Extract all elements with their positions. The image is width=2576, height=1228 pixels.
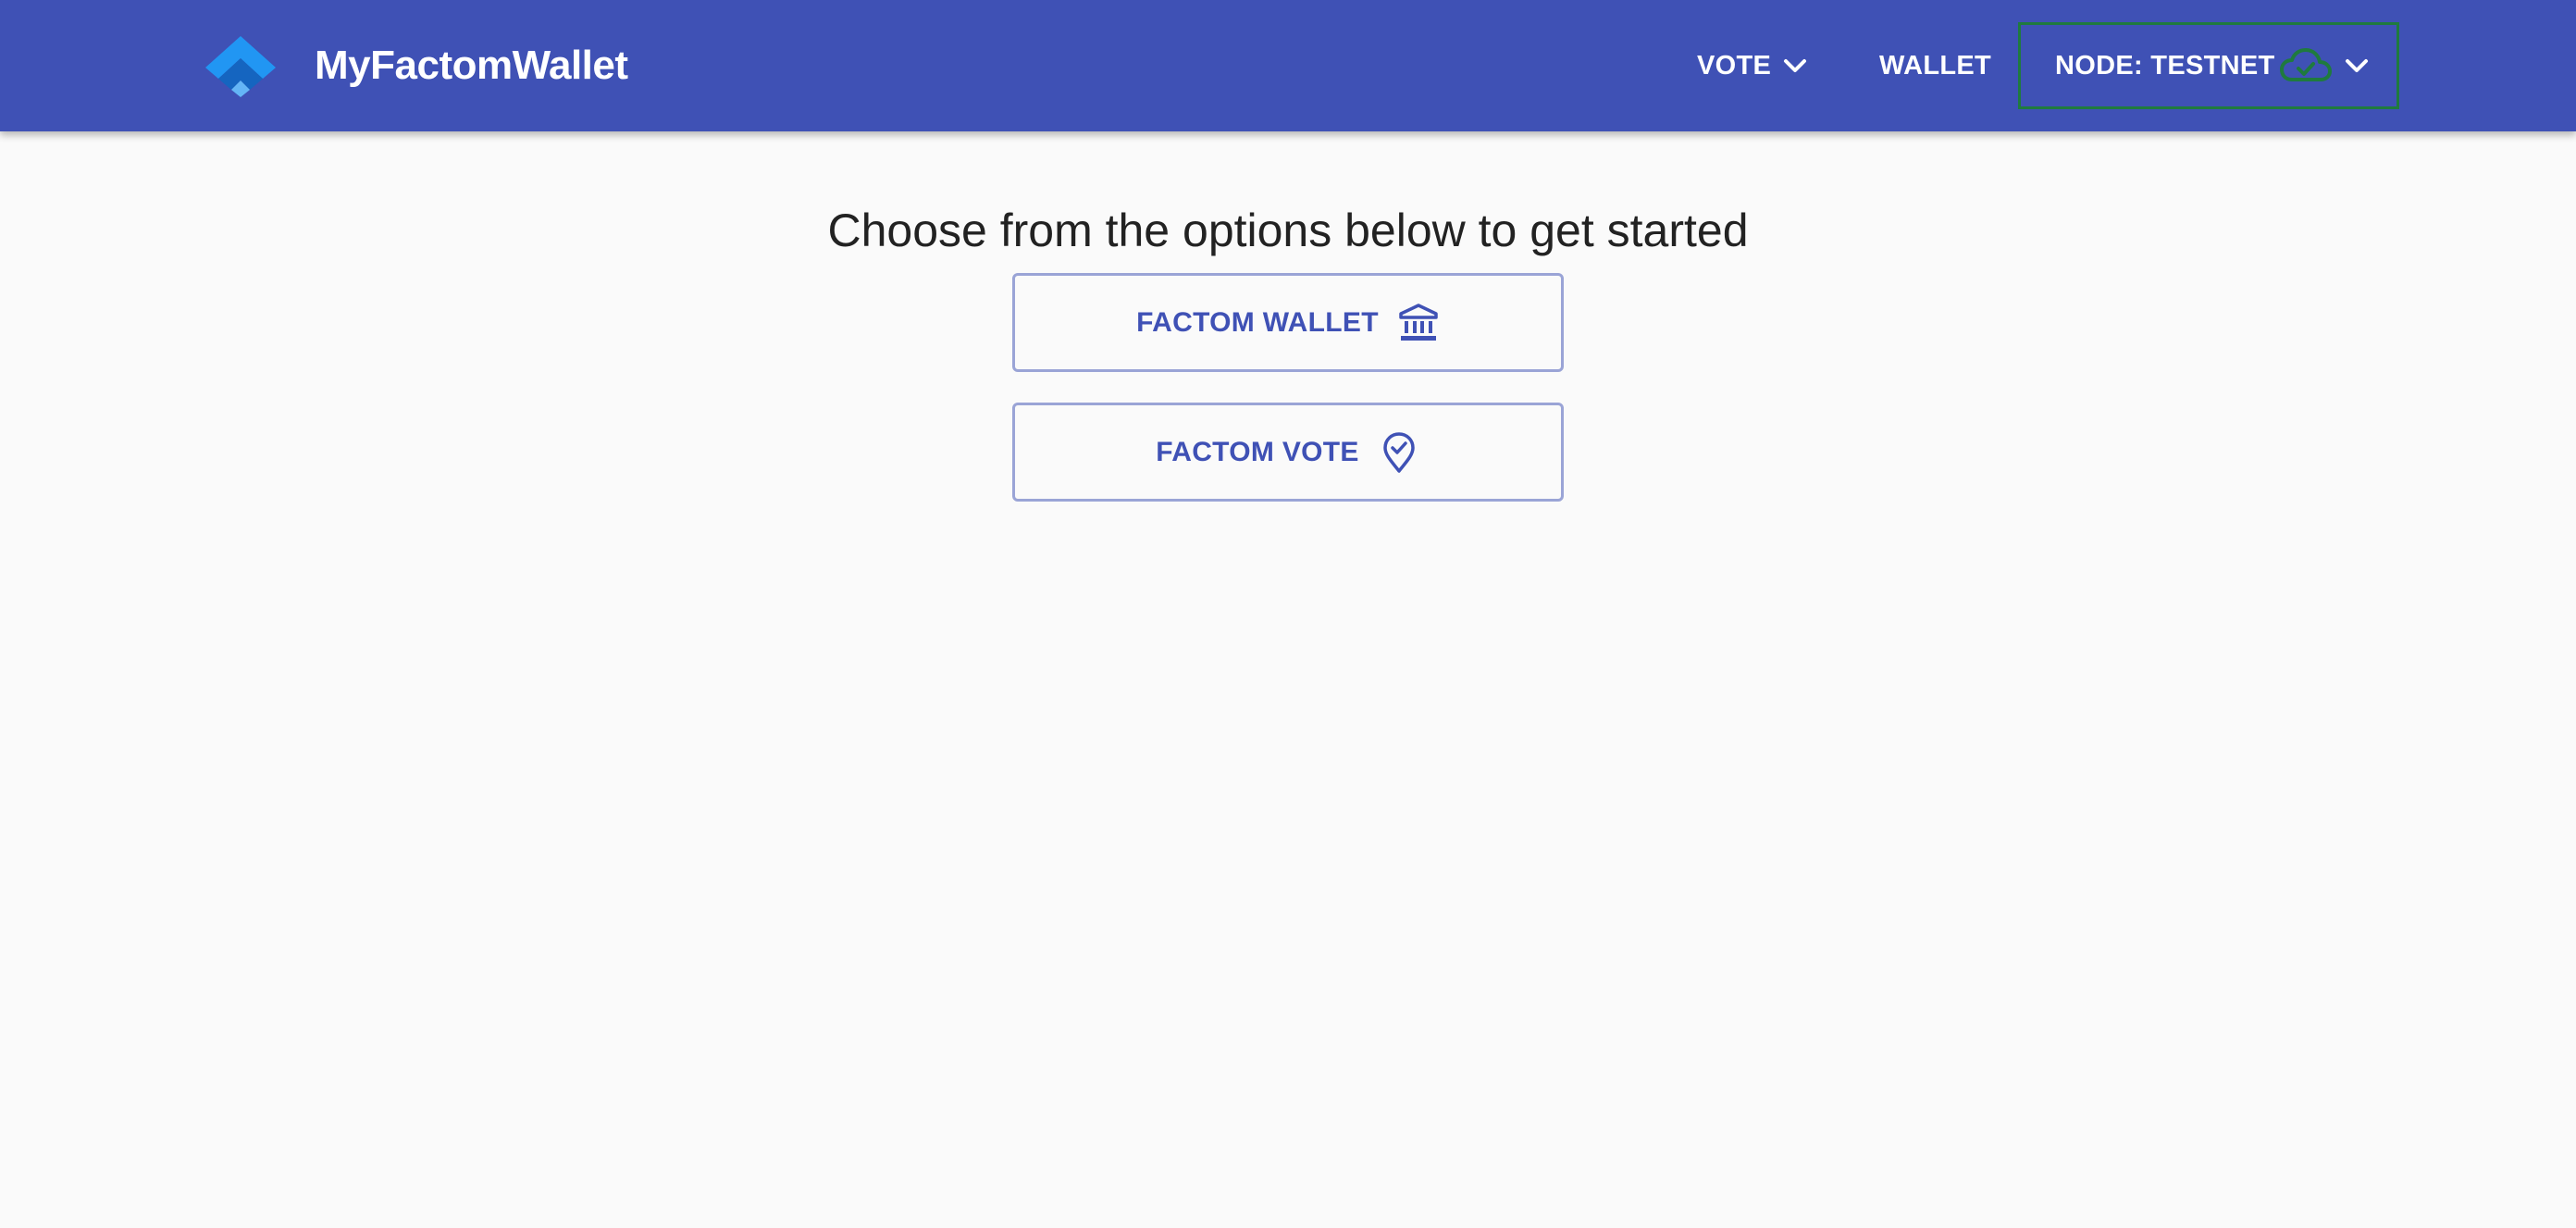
node-selector-label: NODE: TESTNET bbox=[2055, 50, 2275, 81]
factom-vote-label: FACTOM VOTE bbox=[1156, 436, 1359, 467]
wallet-menu[interactable]: WALLET bbox=[1879, 22, 1991, 109]
vote-menu[interactable]: VOTE bbox=[1697, 22, 1810, 109]
wallet-menu-label: WALLET bbox=[1879, 50, 1992, 81]
chevron-down-icon bbox=[1784, 59, 1807, 72]
factom-vote-button[interactable]: FACTOM VOTE bbox=[1012, 403, 1564, 502]
factom-wallet-label: FACTOM WALLET bbox=[1136, 306, 1379, 338]
brand-name: MyFactomWallet bbox=[315, 43, 628, 88]
vote-menu-label: VOTE bbox=[1697, 50, 1772, 81]
vote-check-pin-icon bbox=[1382, 431, 1415, 473]
chevron-down-icon bbox=[2345, 59, 2368, 72]
bank-icon bbox=[1399, 303, 1438, 341]
brand[interactable]: MyFactomWallet bbox=[202, 28, 628, 104]
factom-logo-icon bbox=[205, 36, 276, 97]
cloud-done-icon bbox=[2279, 48, 2332, 81]
top-navbar: MyFactomWallet VOTE WALLET NODE: TESTNET bbox=[0, 0, 2576, 131]
factom-wallet-button[interactable]: FACTOM WALLET bbox=[1012, 273, 1564, 372]
node-selector[interactable]: NODE: TESTNET bbox=[2018, 22, 2399, 109]
page-heading: Choose from the options below to get sta… bbox=[827, 204, 1749, 256]
